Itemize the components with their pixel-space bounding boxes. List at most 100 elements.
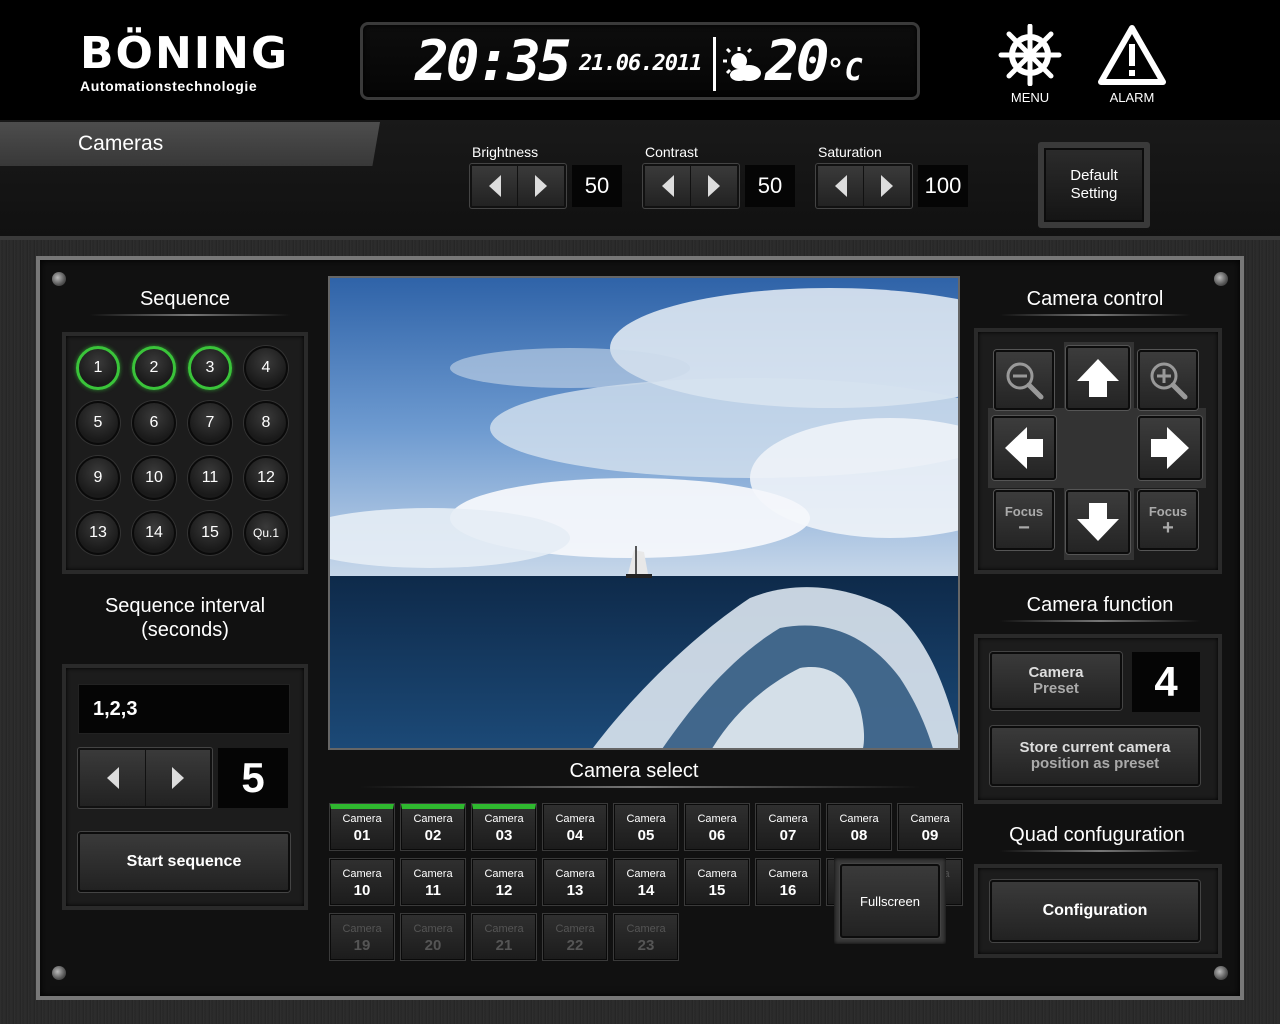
camera-select-button[interactable]: Camera 12 — [472, 859, 536, 905]
sequence-button[interactable]: 4 — [244, 346, 288, 390]
saturation-increase-button[interactable] — [864, 166, 910, 206]
camera-select-button[interactable]: Camera 10 — [330, 859, 394, 905]
sequence-button[interactable]: 10 — [132, 456, 176, 500]
camera-button-label: Camera — [555, 813, 595, 825]
menu-button[interactable]: MENU — [990, 24, 1070, 108]
camera-button-label: Camera — [413, 813, 453, 825]
saturation-decrease-button[interactable] — [818, 166, 864, 206]
contrast-decrease-button[interactable] — [645, 166, 691, 206]
sequence-interval-panel: 1,2,3 5 Start sequence — [62, 664, 308, 910]
camera-select-button[interactable]: Camera 01 — [330, 804, 394, 850]
camera-preset-button[interactable]: Camera Preset — [990, 652, 1122, 710]
fullscreen-button[interactable]: Fullscreen — [840, 864, 940, 938]
interval-stepper — [78, 748, 212, 808]
start-sequence-button[interactable]: Start sequence — [78, 832, 290, 892]
sequence-button[interactable]: 3 — [188, 346, 232, 390]
camera-select-button[interactable]: Camera 05 — [614, 804, 678, 850]
camera-select-button[interactable]: Camera 02 — [401, 804, 465, 850]
camera-select-button[interactable]: Camera 04 — [543, 804, 607, 850]
sequence-button[interactable]: 13 — [76, 511, 120, 555]
header: BÖNING Automationstechnologie 20:35 21.0… — [0, 0, 1280, 120]
clock-separator — [713, 37, 716, 91]
camera-button-label: Camera — [768, 813, 808, 825]
store-preset-button[interactable]: Store current camera position as preset — [990, 726, 1200, 786]
interval-decrease-button[interactable] — [80, 750, 146, 806]
camera-button-label: Camera — [626, 923, 666, 935]
interval-increase-button[interactable] — [146, 750, 210, 806]
sequence-button[interactable]: 7 — [188, 401, 232, 445]
brightness-decrease-button[interactable] — [472, 166, 518, 206]
main-panel: Sequence 1 2 3 4 5 6 7 8 9 10 11 12 13 14 15 Qu.1 Seque… — [40, 260, 1240, 996]
page-title: Cameras — [78, 132, 164, 155]
brightness-label: Brightness — [472, 144, 539, 160]
arrow-left-icon — [834, 175, 847, 197]
sequence-button[interactable]: 9 — [76, 456, 120, 500]
camera-select-button[interactable]: Camera 13 — [543, 859, 607, 905]
pan-left-button[interactable] — [992, 416, 1056, 480]
sequence-button[interactable]: 12 — [244, 456, 288, 500]
tilt-up-button[interactable] — [1066, 346, 1130, 410]
contrast-increase-button[interactable] — [691, 166, 737, 206]
sequence-selection-field[interactable]: 1,2,3 — [78, 684, 290, 734]
focus-plus-sign: + — [1162, 517, 1174, 539]
logo: BÖNING Automationstechnologie — [80, 32, 300, 95]
sequence-button[interactable]: 5 — [76, 401, 120, 445]
arrow-left-icon — [106, 767, 119, 789]
sequence-button[interactable]: 2 — [132, 346, 176, 390]
camera-select-button[interactable]: Camera 03 — [472, 804, 536, 850]
sequence-button[interactable]: Qu.1 — [244, 511, 288, 555]
alarm-label: ALARM — [1109, 90, 1155, 105]
store-preset-line1: Store current camera — [1019, 739, 1171, 756]
configuration-button[interactable]: Configuration — [990, 880, 1200, 942]
sequence-interval-title: Sequence interval (seconds) — [70, 594, 300, 642]
camera-select-button[interactable]: Camera 14 — [614, 859, 678, 905]
camera-button-number: 08 — [850, 827, 868, 844]
focus-minus-button[interactable]: Focus − — [994, 490, 1054, 550]
sequence-button[interactable]: 15 — [188, 511, 232, 555]
sequence-grid: 1 2 3 4 5 6 7 8 9 10 11 12 13 14 15 Qu.1 — [76, 346, 288, 555]
clock-time: 20:35 — [415, 29, 572, 94]
camera-button-number: 20 — [424, 937, 442, 954]
camera-select-button[interactable]: Camera 08 — [827, 804, 891, 850]
camera-select-button[interactable]: Camera 07 — [756, 804, 820, 850]
camera-button-number: 22 — [566, 937, 584, 954]
camera-control-title: Camera control — [1026, 288, 1164, 310]
sequence-button[interactable]: 6 — [132, 401, 176, 445]
default-setting-button[interactable]: Default Setting — [1044, 148, 1144, 222]
tilt-down-button[interactable] — [1066, 490, 1130, 554]
contrast-value: 50 — [745, 165, 795, 207]
sequence-interval-title-line2: (seconds) — [141, 619, 229, 641]
camera-select-button[interactable]: Camera 06 — [685, 804, 749, 850]
camera-button-label: Camera — [697, 868, 737, 880]
clock-date: 21.06.2011 — [579, 51, 702, 76]
sequence-button[interactable]: 1 — [76, 346, 120, 390]
sequence-button[interactable]: 11 — [188, 456, 232, 500]
camera-button-number: 16 — [779, 882, 797, 899]
zoom-in-button[interactable] — [1138, 350, 1198, 410]
camera-button-label: Camera — [910, 813, 950, 825]
focus-plus-button[interactable]: Focus + — [1138, 490, 1198, 550]
arrow-up-icon — [1077, 359, 1119, 397]
camera-button-number: 10 — [353, 882, 371, 899]
sequence-title-rule — [90, 314, 290, 316]
camera-button-label: Camera — [839, 813, 879, 825]
camera-button-label: Camera — [768, 868, 808, 880]
camera-video-feed — [328, 276, 960, 750]
sequence-button[interactable]: 8 — [244, 401, 288, 445]
alarm-button[interactable]: ALARM — [1092, 24, 1172, 108]
camera-select-button[interactable]: Camera 11 — [401, 859, 465, 905]
pan-right-button[interactable] — [1138, 416, 1202, 480]
sequence-button[interactable]: 14 — [132, 511, 176, 555]
camera-select-button[interactable]: Camera 09 — [898, 804, 962, 850]
camera-button-number: 23 — [637, 937, 655, 954]
camera-select-button[interactable]: Camera 16 — [756, 859, 820, 905]
logo-sub: Automationstechnologie — [80, 78, 258, 94]
camera-select-button[interactable]: Camera 15 — [685, 859, 749, 905]
camera-preset-line2: Preset — [1033, 680, 1079, 697]
brightness-value: 50 — [572, 165, 622, 207]
camera-preset-value: 4 — [1132, 652, 1200, 712]
zoom-out-button[interactable] — [994, 350, 1054, 410]
camera-select-button: Camera 19 — [330, 914, 394, 960]
menu-label: MENU — [1010, 90, 1050, 105]
brightness-increase-button[interactable] — [518, 166, 564, 206]
